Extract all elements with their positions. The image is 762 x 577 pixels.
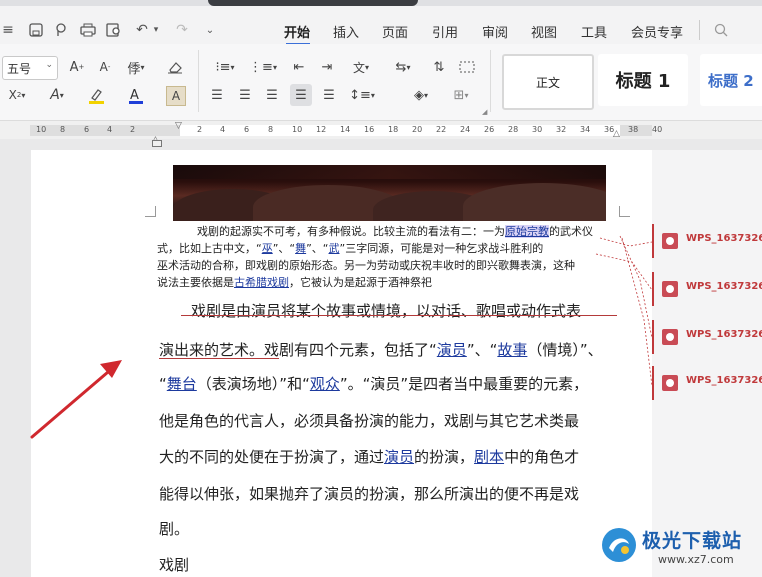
watermark-url: www.xz7.com xyxy=(658,553,734,566)
annotation-overlay xyxy=(30,235,653,439)
watermark-logo-icon xyxy=(602,528,636,562)
watermark-title: 极光下载站 xyxy=(642,530,743,552)
comment-connector xyxy=(595,253,653,291)
comment-connector xyxy=(621,237,653,387)
red-arrow xyxy=(30,360,122,439)
watermark: 极光下载站 www.xz7.com xyxy=(600,520,762,577)
comment-connector xyxy=(619,235,653,339)
comment-connector xyxy=(599,237,653,247)
